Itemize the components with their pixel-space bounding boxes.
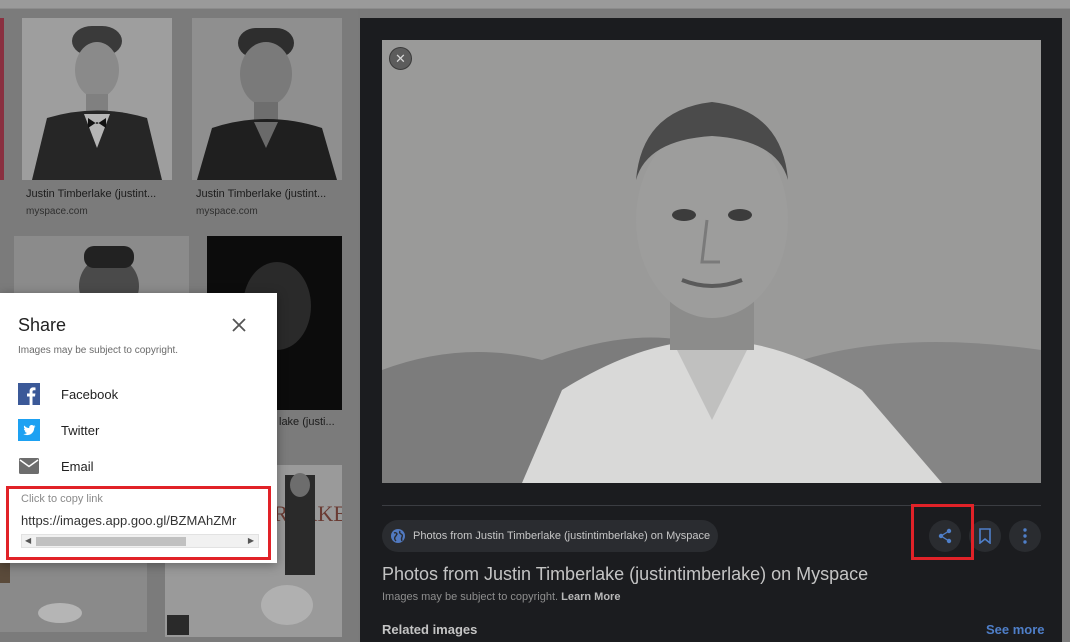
learn-more-link[interactable]: Learn More	[561, 591, 620, 603]
result-thumb-3[interactable]	[14, 236, 189, 296]
result-title-4[interactable]: lake (justi...	[279, 416, 341, 428]
scroll-right-icon[interactable]: ▶	[248, 536, 254, 545]
more-options-button[interactable]	[1009, 520, 1041, 552]
copy-link-url[interactable]: https://images.app.goo.gl/BZMAhZMr	[21, 513, 259, 528]
twitter-icon	[18, 419, 40, 441]
share-highlight-box	[911, 504, 974, 560]
result-thumb-5[interactable]	[0, 563, 147, 632]
top-bar	[0, 0, 1070, 9]
share-option-twitter[interactable]: Twitter	[18, 418, 99, 442]
copy-link-scrollbar[interactable]: ◀ ▶	[21, 534, 259, 548]
share-option-facebook[interactable]: Facebook	[18, 382, 118, 406]
result-source-2: myspace.com	[196, 206, 258, 217]
preview-image[interactable]	[382, 40, 1041, 483]
share-option-email[interactable]: Email	[18, 454, 94, 478]
close-icon	[232, 318, 246, 332]
share-option-label: Facebook	[61, 386, 119, 402]
scroll-thumb[interactable]	[36, 537, 186, 546]
copyright-text: Images may be subject to copyright.	[382, 591, 559, 603]
facebook-icon	[18, 383, 40, 405]
result-thumb-2[interactable]	[192, 18, 342, 180]
email-icon	[18, 455, 40, 477]
preview-title[interactable]: Photos from Justin Timberlake (justintim…	[382, 564, 868, 585]
share-option-label: Twitter	[61, 422, 100, 438]
source-chip[interactable]: Photos from Justin Timberlake (justintim…	[382, 520, 718, 552]
source-chip-label: Photos from Justin Timberlake (justintim…	[413, 530, 711, 542]
scroll-left-icon[interactable]: ◀	[25, 536, 31, 545]
result-thumb-1[interactable]	[22, 18, 172, 180]
result-title-1[interactable]: Justin Timberlake (justint...	[26, 188, 166, 200]
share-dialog-title: Share	[18, 315, 67, 335]
share-close-button[interactable]	[229, 315, 249, 335]
result-thumb-partial[interactable]	[0, 18, 4, 180]
close-icon: ✕	[395, 51, 406, 66]
result-source-1: myspace.com	[26, 206, 88, 217]
more-vert-icon	[1023, 528, 1027, 544]
preview-copyright: Images may be subject to copyright. Lear…	[382, 591, 620, 603]
share-dialog-subtitle: Images may be subject to copyright.	[18, 345, 179, 356]
share-option-label: Email	[61, 458, 94, 474]
preview-close-button[interactable]: ✕	[389, 47, 412, 70]
bookmark-icon	[979, 528, 991, 544]
see-more-link[interactable]: See more	[986, 622, 1045, 637]
result-title-2[interactable]: Justin Timberlake (justint...	[196, 188, 336, 200]
related-images-heading: Related images	[382, 622, 478, 637]
globe-icon	[391, 529, 405, 543]
copy-link-box[interactable]: Click to copy link https://images.app.go…	[6, 486, 271, 560]
copy-link-label: Click to copy link	[21, 493, 103, 505]
